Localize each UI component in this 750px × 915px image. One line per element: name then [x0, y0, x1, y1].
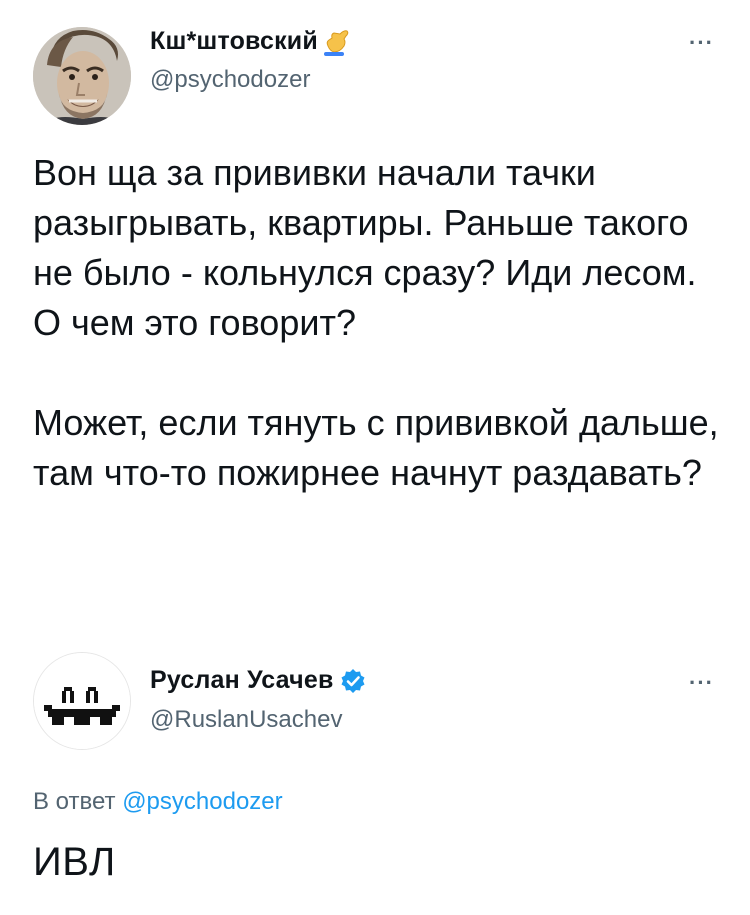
tweet-text: ИВЛ: [33, 840, 116, 884]
tweet-paragraph: Вон ща за прививки начали тачки разыгрыв…: [33, 152, 697, 343]
reply-prefix: В ответ: [33, 788, 116, 815]
avatar[interactable]: [33, 652, 131, 750]
author-name-row[interactable]: Руслан Усачев: [150, 666, 366, 695]
display-name[interactable]: Руслан Усачев: [150, 666, 334, 695]
tweet-text: Вон ща за прививки начали тачки разыгрыв…: [33, 148, 723, 548]
display-name[interactable]: Кш*штовский: [150, 27, 318, 56]
author-name-row[interactable]: Кш*штовский: [150, 26, 352, 56]
more-options-icon[interactable]: ···: [689, 30, 714, 56]
tweet-paragraph: Может, если тянуть с прививкой дальше, т…: [33, 402, 719, 493]
avatar[interactable]: [33, 27, 131, 125]
reply-context: В ответ @psychodozer: [33, 788, 283, 816]
call-me-hand-icon: [323, 30, 349, 56]
reply-mention-link[interactable]: @psychodozer: [122, 788, 282, 815]
verified-badge-icon: [341, 668, 365, 693]
author-handle[interactable]: @RuslanUsachev: [150, 706, 342, 734]
more-options-icon[interactable]: ···: [689, 670, 714, 696]
pixel-mustache-avatar-icon: [34, 653, 130, 749]
author-handle[interactable]: @psychodozer: [150, 66, 310, 94]
avatar-face-icon: [33, 27, 131, 125]
